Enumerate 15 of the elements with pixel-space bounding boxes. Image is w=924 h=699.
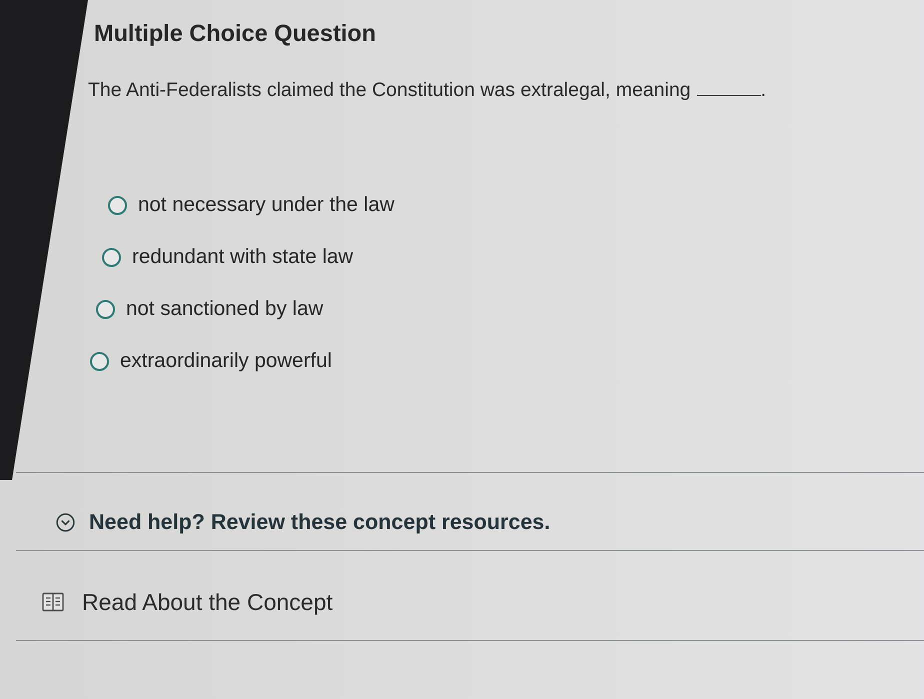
option-label[interactable]: not sanctioned by law [126, 297, 324, 321]
chevron-circle-icon [56, 512, 75, 532]
option-label[interactable]: redundant with state law [132, 245, 354, 269]
question-type-title: Multiple Choice Question [94, 19, 376, 47]
radio-button[interactable] [102, 248, 121, 266]
radio-button[interactable] [90, 352, 109, 370]
option-label[interactable]: not necessary under the law [138, 193, 394, 217]
radio-button[interactable] [96, 300, 115, 318]
need-help-toggle[interactable]: Need help? Review these concept resources. [56, 508, 550, 536]
option-label[interactable]: extraordinarily powerful [120, 349, 332, 373]
question-text: . [760, 78, 766, 102]
book-icon [42, 592, 64, 612]
radio-button[interactable] [108, 196, 127, 214]
question-text: The Anti-Federalists claimed the Constitution was extralegal, meaning [88, 78, 691, 102]
read-concept-link[interactable]: Read About the Concept [42, 588, 333, 616]
